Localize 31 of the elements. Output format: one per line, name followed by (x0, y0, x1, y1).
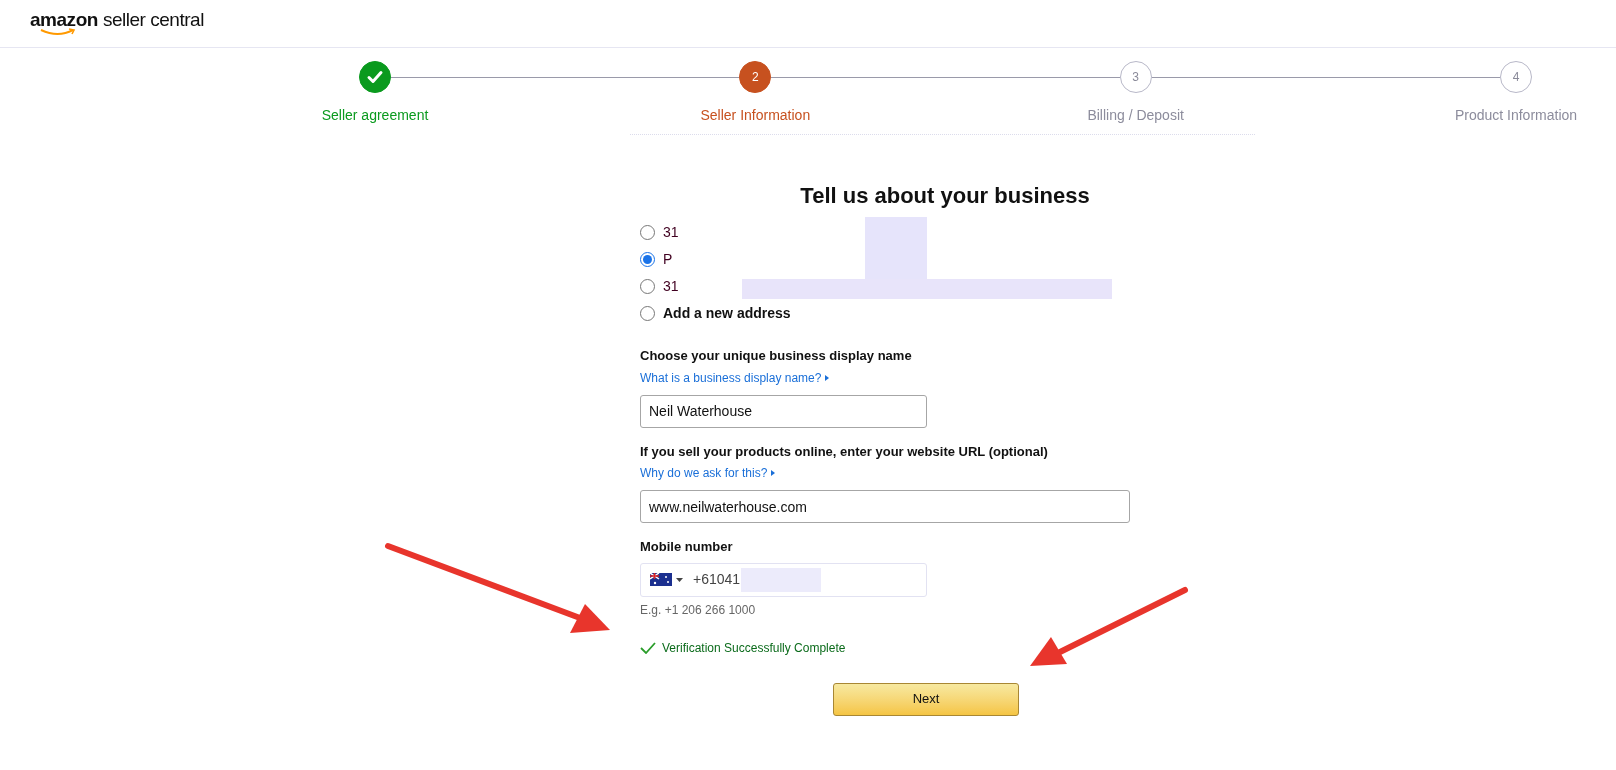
logo[interactable]: amazon seller central (30, 6, 204, 35)
address-option[interactable]: 31 (640, 222, 679, 243)
caret-icon (825, 374, 830, 381)
phone-input[interactable]: +61041 (640, 562, 927, 597)
help-link[interactable]: Why do we ask for this? (640, 464, 1250, 482)
step-number: 3 (1132, 69, 1139, 86)
field-hint: E.g. +1 206 266 1000 (640, 601, 757, 619)
field-label: Choose your unique business display name (640, 347, 913, 365)
field-label: If you sell your products online, enter your website URL (optional) (640, 442, 1049, 461)
text-input[interactable]: Neil Waterhouse (640, 394, 927, 428)
step-number: 4 (1512, 69, 1520, 86)
step-label: Billing / Deposit (1087, 106, 1184, 125)
step-label: Seller agreement (321, 106, 429, 125)
phone-value: +61041 (693, 570, 741, 589)
verification-message: Verification Successfully Complete (662, 639, 846, 657)
caret-icon (771, 470, 776, 476)
text-input[interactable]: www.neilwaterhouse.com (640, 490, 1130, 523)
field-label: Mobile number (640, 538, 734, 556)
check-icon (366, 68, 384, 86)
help-link[interactable]: What is a business display name? (640, 368, 1250, 387)
address-option[interactable]: Add a new address (640, 303, 791, 324)
step-number: 2 (752, 69, 759, 86)
check-icon (640, 641, 656, 654)
page-title: Tell us about your business (799, 182, 1091, 210)
caret-icon (676, 577, 683, 582)
step-label: Seller Information (700, 106, 811, 125)
step-label: Product Information (1454, 106, 1578, 125)
flag-icon (650, 573, 672, 586)
next-button[interactable]: Next (833, 682, 1019, 716)
address-option[interactable]: 31 (640, 276, 679, 297)
address-option[interactable]: P (640, 249, 673, 270)
